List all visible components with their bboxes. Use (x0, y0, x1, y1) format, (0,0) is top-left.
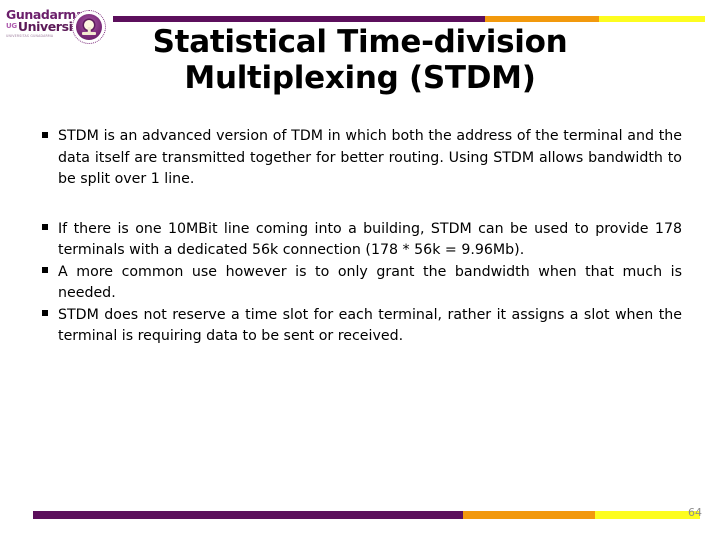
bullet-text: A more common use however is to only gra… (58, 263, 682, 302)
bullet-text: If there is one 10MBit line coming into … (58, 220, 682, 259)
university-seal-icon (72, 10, 106, 44)
bullet-group-second: If there is one 10MBit line coming into … (38, 219, 682, 348)
bottom-bar-segment-orange (463, 511, 595, 519)
page-number: 64 (688, 506, 702, 519)
top-bar-segment-yellow (599, 16, 705, 22)
logo-abbrev: UG (6, 22, 17, 30)
square-bullet-icon (38, 262, 58, 284)
top-bar-segment-purple (113, 16, 485, 22)
square-bullet-icon (38, 305, 58, 327)
square-bullet-icon (38, 126, 58, 148)
seal-inner-disc (76, 14, 102, 40)
bullet-text: STDM is an advanced version of TDM in wh… (58, 128, 682, 187)
list-item: STDM is an advanced version of TDM in wh… (38, 126, 682, 191)
square-bullet-icon (38, 219, 58, 241)
bottom-accent-bar (33, 511, 700, 519)
university-logo: Gunadarma UG University UNIVERSITAS GUNA… (6, 8, 110, 48)
list-item: A more common use however is to only gra… (38, 262, 682, 305)
list-item: If there is one 10MBit line coming into … (38, 219, 682, 262)
seal-base-shape (82, 32, 96, 35)
slide-title: Statistical Time-division Multiplexing (… (152, 24, 568, 96)
bottom-bar-segment-yellow (595, 511, 700, 519)
logo-name-line2-row: UG University (6, 20, 86, 33)
list-item: STDM does not reserve a time slot for ea… (38, 305, 682, 348)
bullet-group-first: STDM is an advanced version of TDM in wh… (38, 126, 682, 191)
top-bar-segment-orange (485, 16, 599, 22)
slide-body: STDM is an advanced version of TDM in wh… (38, 126, 682, 348)
bottom-bar-segment-purple (33, 511, 463, 519)
top-accent-bar (113, 16, 705, 22)
logo-wordmark: Gunadarma UG University UNIVERSITAS GUNA… (6, 8, 86, 38)
bullet-text: STDM does not reserve a time slot for ea… (58, 306, 682, 345)
logo-tagline: UNIVERSITAS GUNADARMA (6, 34, 54, 38)
bullet-spacer (38, 191, 682, 219)
